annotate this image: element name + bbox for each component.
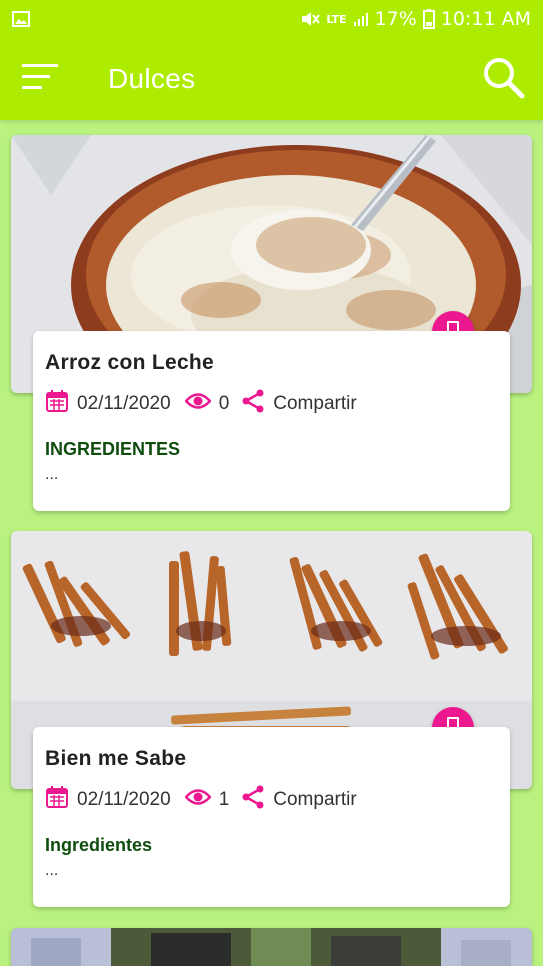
views-count: 0 xyxy=(218,393,230,414)
network-label: LTE xyxy=(326,12,347,26)
battery-percent: 17% xyxy=(374,8,417,30)
recipe-info: Bien me Sabe 02/11/2020 1 Compartir Ingr… xyxy=(33,727,510,907)
recipe-meta: 02/11/2020 1 Compartir xyxy=(45,785,498,815)
search-icon xyxy=(481,55,525,104)
share-button[interactable]: Compartir xyxy=(241,389,357,419)
battery-icon xyxy=(422,9,435,29)
menu-button[interactable] xyxy=(0,38,80,120)
clock: 10:11 AM xyxy=(440,8,531,30)
signal-icon xyxy=(353,11,369,27)
search-button[interactable] xyxy=(463,38,543,120)
recipe-title: Arroz con Leche xyxy=(45,351,215,374)
ingredients-text: ... xyxy=(45,466,59,483)
share-label: Compartir xyxy=(273,789,357,810)
views-item: 1 xyxy=(183,788,230,812)
ingredients-label: INGREDIENTES xyxy=(45,439,181,459)
date-item: 02/11/2020 xyxy=(45,389,171,419)
gallery-icon xyxy=(12,10,30,28)
recipe-date: 02/11/2020 xyxy=(77,393,171,414)
eye-icon xyxy=(183,788,212,812)
eye-icon xyxy=(183,392,212,416)
date-item: 02/11/2020 xyxy=(45,785,171,815)
app-bar: Dulces xyxy=(0,38,543,120)
ingredients-text: ... xyxy=(45,862,59,879)
share-icon xyxy=(241,389,265,419)
menu-icon xyxy=(20,61,60,98)
share-icon xyxy=(241,785,265,815)
recipe-info: Arroz con Leche 02/11/2020 0 Compartir I… xyxy=(33,331,510,511)
views-count: 1 xyxy=(218,789,230,810)
recipe-meta: 02/11/2020 0 Compartir xyxy=(45,389,498,419)
recipe-image[interactable] xyxy=(11,928,532,966)
calendar-icon xyxy=(45,785,69,815)
calendar-icon xyxy=(45,389,69,419)
share-label: Compartir xyxy=(273,393,357,414)
page-title: Dulces xyxy=(108,63,196,94)
status-bar: LTE 17% 10:11 AM xyxy=(0,0,543,38)
views-item: 0 xyxy=(183,392,230,416)
mute-icon xyxy=(300,10,321,28)
recipe-date: 02/11/2020 xyxy=(77,789,171,810)
share-button[interactable]: Compartir xyxy=(241,785,357,815)
ingredients-label: Ingredientes xyxy=(45,835,153,855)
recipe-title: Bien me Sabe xyxy=(45,747,187,770)
